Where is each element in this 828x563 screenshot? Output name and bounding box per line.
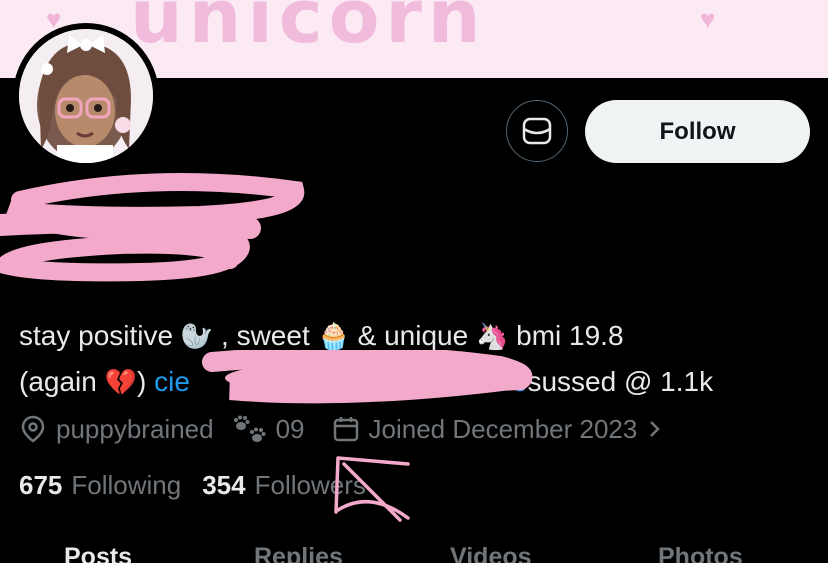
- followers-label: Followers: [254, 470, 366, 500]
- following-link[interactable]: 675 Following: [19, 470, 181, 501]
- tab-replies[interactable]: Replies: [254, 543, 343, 563]
- bio-text: bmi 19.8: [516, 320, 624, 351]
- heart-icon: ♥: [700, 4, 716, 34]
- avatar-illustration: [19, 29, 153, 163]
- bio-text: stay positive: [19, 320, 174, 351]
- bio-text: sussed @ 1.1k: [527, 366, 714, 397]
- tab-videos[interactable]: Videos: [450, 543, 532, 563]
- message-button[interactable]: [506, 100, 568, 162]
- tab-posts[interactable]: Posts: [64, 543, 132, 563]
- calendar-icon: [333, 417, 358, 442]
- followers-count: 354: [202, 470, 246, 500]
- paws-field: 09: [231, 413, 305, 445]
- location-pin-icon: [21, 415, 45, 443]
- paws-text: 09: [275, 413, 305, 444]
- profile-tabs: Posts Replies Videos Photos: [0, 537, 828, 563]
- seal-emoji-icon: 🦭: [180, 321, 214, 351]
- bio-text: (again: [19, 366, 97, 397]
- name-redaction-scribble: [0, 173, 305, 282]
- following-count: 675: [19, 470, 63, 500]
- bio-line-2: (again 💔) cie esussed @ 1.1k: [19, 359, 819, 405]
- bio-link-tail[interactable]: e: [512, 366, 528, 397]
- joined-text: Joined December 2023: [368, 413, 638, 444]
- avatar[interactable]: [19, 29, 153, 163]
- profile-bio: stay positive 🦭 , sweet 🧁 & unique 🦄 bmi…: [19, 313, 819, 405]
- profile-meta: puppybrained 09 Joined December 2023: [19, 409, 665, 449]
- broken-heart-emoji-icon: 💔: [104, 367, 137, 397]
- envelope-icon: [522, 117, 552, 145]
- bio-link[interactable]: cie: [154, 366, 190, 397]
- banner-text: unicorn: [130, 0, 487, 60]
- follow-stats: 675 Following 354 Followers: [19, 470, 366, 501]
- bio-line-1: stay positive 🦭 , sweet 🧁 & unique 🦄 bmi…: [19, 313, 819, 359]
- location: puppybrained: [19, 414, 214, 445]
- followers-link[interactable]: 354 Followers: [202, 470, 366, 501]
- joined-date[interactable]: Joined December 2023: [332, 414, 666, 445]
- bio-text: , sweet: [221, 320, 310, 351]
- bio-text: & unique: [357, 320, 469, 351]
- unicorn-emoji-icon: 🦄: [475, 321, 509, 351]
- location-text: puppybrained: [56, 413, 214, 444]
- following-label: Following: [71, 470, 182, 500]
- cupcake-emoji-icon: 🧁: [317, 321, 350, 351]
- paw-prints-icon: [233, 415, 266, 442]
- follow-button[interactable]: Follow: [585, 100, 810, 163]
- bio-text: ): [137, 366, 147, 397]
- tab-photos[interactable]: Photos: [658, 543, 743, 563]
- chevron-right-icon: [650, 421, 661, 437]
